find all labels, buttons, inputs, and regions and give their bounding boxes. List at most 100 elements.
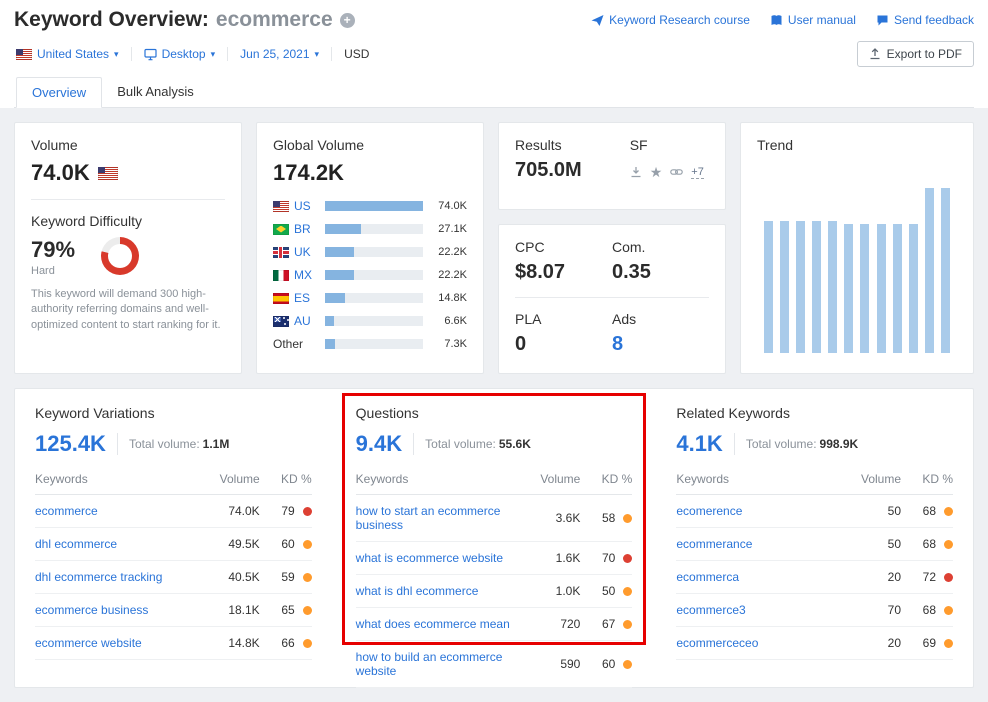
country-link[interactable]: BR xyxy=(273,222,319,236)
ads-value-link[interactable]: 8 xyxy=(612,333,709,356)
divider xyxy=(31,199,225,200)
cpc-card: CPC $8.07 Com. 0.35 PLA 0 Ads xyxy=(498,224,726,374)
row-volume-value: 49.5K xyxy=(208,537,260,551)
keyword-link[interactable]: how to start an ecommerce business xyxy=(356,504,529,532)
divider xyxy=(413,433,414,455)
chevron-down-icon: ▾ xyxy=(114,49,119,60)
country-link[interactable]: MX xyxy=(273,268,319,282)
device-selector[interactable]: Desktop ▾ xyxy=(131,47,228,61)
volume-value: 74.0K xyxy=(31,160,90,186)
keyword-link[interactable]: what is ecommerce website xyxy=(356,551,529,565)
kd-value: 59 xyxy=(281,570,294,584)
divider xyxy=(734,433,735,455)
table-row: ecommerce website14.8K66 xyxy=(35,627,312,660)
total-volume-value: 1.1M xyxy=(203,437,230,451)
export-to-pdf-button[interactable]: Export to PDF xyxy=(857,41,974,67)
row-volume-value: 720 xyxy=(528,617,580,631)
keyword-link[interactable]: what does ecommerce mean xyxy=(356,617,529,631)
kd-value: 69 xyxy=(923,636,936,650)
country-volume-value: 22.2K xyxy=(429,269,467,281)
table-count-link[interactable]: 9.4K xyxy=(356,431,402,457)
table-header-row: KeywordsVolumeKD % xyxy=(676,472,953,495)
table-count-link[interactable]: 125.4K xyxy=(35,431,106,457)
ads-label: Ads xyxy=(612,311,709,327)
row-volume-value: 20 xyxy=(849,636,901,650)
country-volume-bar xyxy=(325,293,423,303)
keyword-link[interactable]: dhl ecommerce tracking xyxy=(35,570,208,584)
row-kd-cell: 68 xyxy=(901,504,953,518)
kd-percent-value: 79% xyxy=(31,237,75,263)
row-volume-value: 14.8K xyxy=(208,636,260,650)
results-label: Results xyxy=(515,137,582,153)
row-kd-cell: 69 xyxy=(901,636,953,650)
competition-label: Com. xyxy=(612,239,709,255)
row-volume-value: 70 xyxy=(849,603,901,617)
column-keywords: Keywords xyxy=(356,472,529,486)
table-count-link[interactable]: 4.1K xyxy=(676,431,722,457)
row-volume-value: 74.0K xyxy=(208,504,260,518)
country-volume-value: 6.6K xyxy=(429,315,467,327)
keyword-link[interactable]: ecommerce3 xyxy=(676,603,849,617)
keyword-link[interactable]: ecommerce website xyxy=(35,636,208,650)
send-feedback-link[interactable]: Send feedback xyxy=(876,13,974,27)
keyword-link[interactable]: ecommerceceo xyxy=(676,636,849,650)
table-row: ecommerce74.0K79 xyxy=(35,495,312,528)
keyword-research-course-link[interactable]: Keyword Research course xyxy=(591,13,750,27)
kd-dot-icon xyxy=(303,540,312,549)
tab-overview[interactable]: Overview xyxy=(16,77,102,108)
tab-bar: Overview Bulk Analysis xyxy=(14,77,974,108)
keyword-link[interactable]: ecomerence xyxy=(676,504,849,518)
column-kd: KD % xyxy=(260,472,312,486)
row-volume-value: 590 xyxy=(528,657,580,671)
country-link[interactable]: ES xyxy=(273,291,319,305)
date-selector[interactable]: Jun 25, 2021 ▾ xyxy=(227,47,331,61)
keyword-link[interactable]: ecommerce xyxy=(35,504,208,518)
country-selector[interactable]: United States ▾ xyxy=(14,47,131,61)
kd-value: 68 xyxy=(923,603,936,617)
country-link[interactable]: UK xyxy=(273,245,319,259)
trend-bar xyxy=(764,221,773,353)
row-kd-cell: 59 xyxy=(260,570,312,584)
trend-card: Trend xyxy=(740,122,974,374)
country-volume-bar xyxy=(325,316,423,326)
keyword-link[interactable]: ecommerance xyxy=(676,537,849,551)
cpc-label: CPC xyxy=(515,239,612,255)
book-icon xyxy=(770,14,783,27)
keyword-link[interactable]: ecommerca xyxy=(676,570,849,584)
country-link[interactable]: AU xyxy=(273,314,319,328)
tab-bulk-analysis[interactable]: Bulk Analysis xyxy=(102,77,209,107)
keyword-link[interactable]: ecommerce business xyxy=(35,603,208,617)
table-stats: 125.4KTotal volume:1.1M xyxy=(35,431,312,457)
table-questions: Questions9.4KTotal volume:55.6KKeywordsV… xyxy=(356,405,633,671)
table-row: what is ecommerce website1.6K70 xyxy=(356,542,633,575)
kd-dot-icon xyxy=(623,554,632,563)
keyword-link[interactable]: what is dhl ecommerce xyxy=(356,584,529,598)
trend-bar xyxy=(812,221,821,353)
column-volume: Volume xyxy=(528,472,580,486)
table-row: what is dhl ecommerce1.0K50 xyxy=(356,575,633,608)
kd-donut-chart xyxy=(101,237,139,275)
table-row: how to build an ecommerce website59060 xyxy=(356,641,633,688)
country-link[interactable]: US xyxy=(273,199,319,213)
row-kd-cell: 66 xyxy=(260,636,312,650)
add-keyword-icon[interactable]: + xyxy=(340,13,355,28)
keyword-link[interactable]: dhl ecommerce xyxy=(35,537,208,551)
row-volume-value: 50 xyxy=(849,537,901,551)
header-links: Keyword Research course User manual Send… xyxy=(591,8,974,27)
row-volume-value: 3.6K xyxy=(528,511,580,525)
flag-us-icon xyxy=(273,201,289,212)
country-volume-value: 27.1K xyxy=(429,223,467,235)
row-kd-cell: 68 xyxy=(901,537,953,551)
trend-bar xyxy=(941,188,950,353)
global-volume-row: AU 6.6K xyxy=(273,314,467,328)
country-volume-bar xyxy=(325,224,423,234)
keyword-link[interactable]: how to build an ecommerce website xyxy=(356,650,529,678)
pla-value: 0 xyxy=(515,333,612,356)
table-row: ecommerceceo20 69 xyxy=(676,627,953,660)
keyword-difficulty-label: Keyword Difficulty xyxy=(31,213,225,229)
global-volume-row: UK22.2K xyxy=(273,245,467,259)
user-manual-link[interactable]: User manual xyxy=(770,13,856,27)
serp-features-more-link[interactable]: +7 xyxy=(691,166,704,179)
table-row: ecommerce business18.1K65 xyxy=(35,594,312,627)
row-kd-cell: 60 xyxy=(260,537,312,551)
